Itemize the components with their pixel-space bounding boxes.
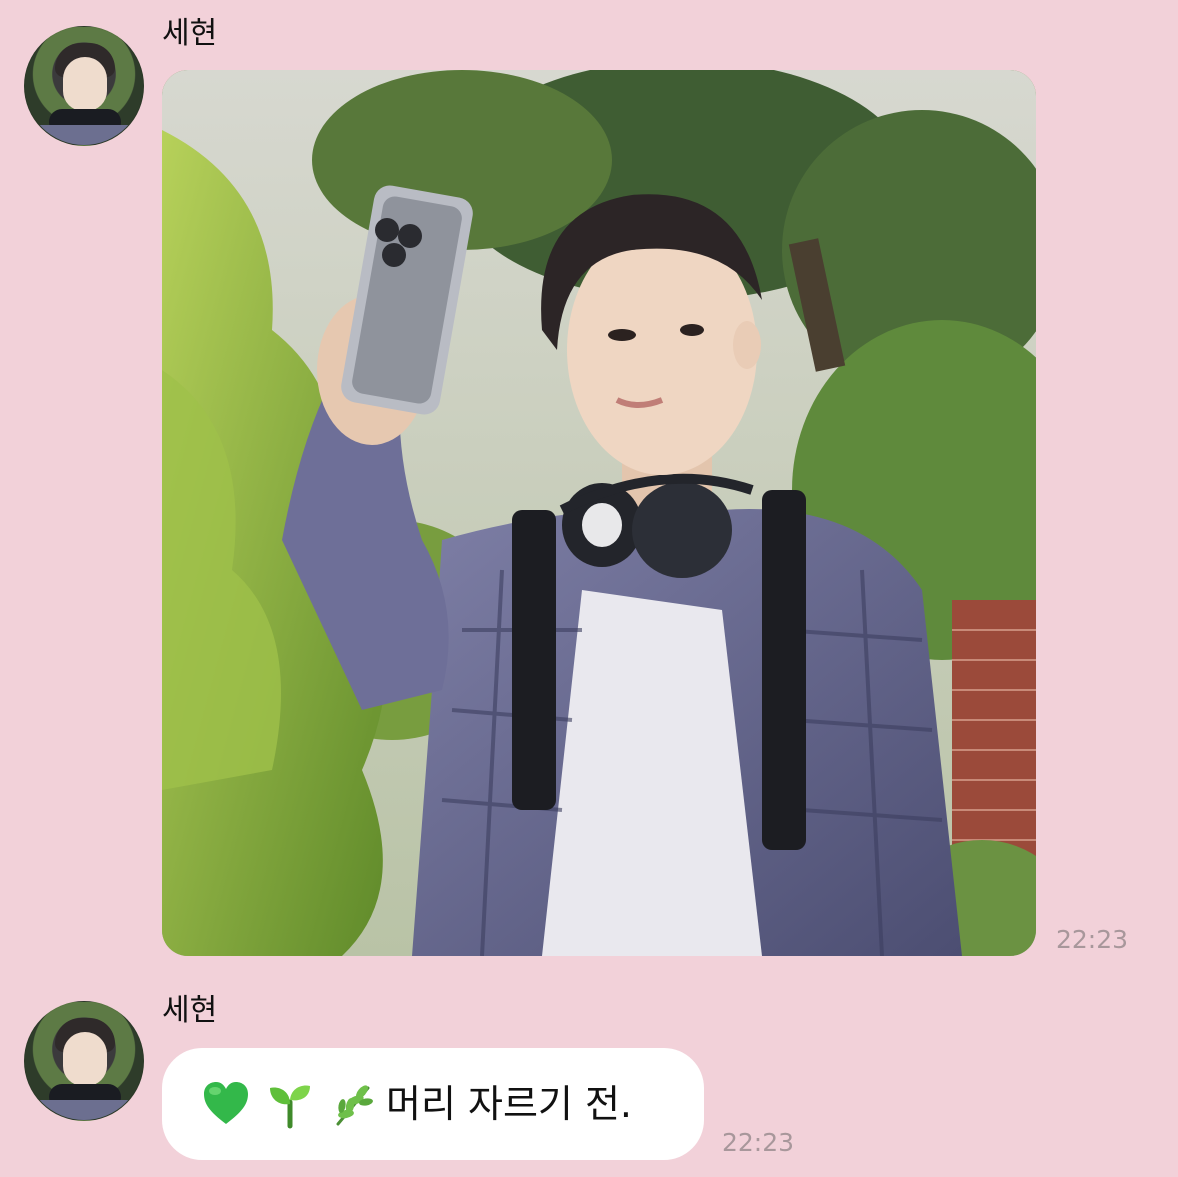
emoji-group (200, 1078, 380, 1130)
message-text: 머리 자르기 전. (386, 1082, 632, 1126)
seedling-icon (270, 1085, 310, 1129)
sender-avatar[interactable] (24, 26, 144, 146)
sender-name: 세현 (162, 993, 218, 1028)
photo-message[interactable] (162, 70, 1036, 956)
message-time: 22:23 (1056, 925, 1129, 954)
sender-avatar[interactable] (24, 1001, 144, 1121)
photo-image (162, 70, 1036, 956)
text-message-bubble[interactable]: 머리 자르기 전. (162, 1048, 704, 1160)
message-time: 22:23 (722, 1128, 795, 1157)
green-heart-icon (204, 1082, 248, 1124)
herb-icon (336, 1085, 373, 1126)
sender-name: 세현 (162, 16, 218, 51)
